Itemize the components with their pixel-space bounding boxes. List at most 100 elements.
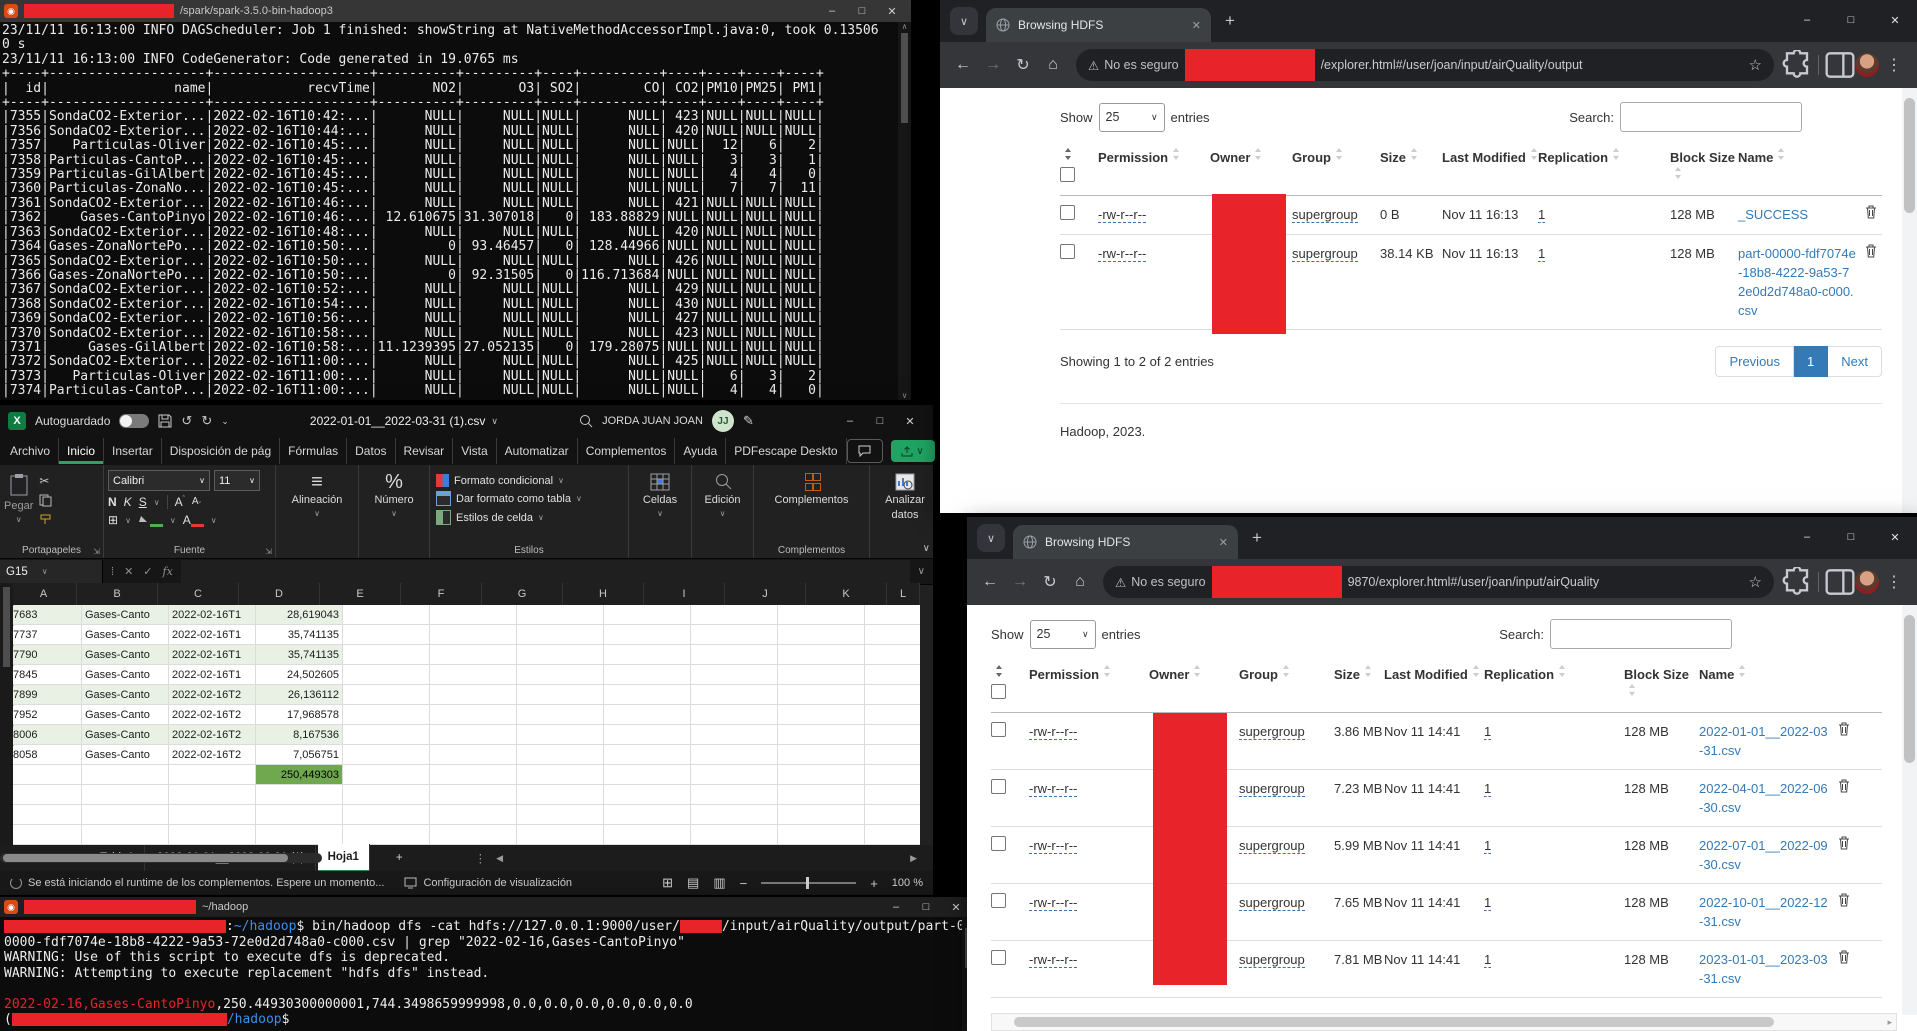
column-header[interactable]: Replication bbox=[1484, 665, 1624, 684]
scrollbar-thumb[interactable] bbox=[3, 587, 10, 667]
cell[interactable]: 8006 bbox=[10, 725, 82, 744]
zoom-out-icon[interactable]: − bbox=[740, 876, 748, 891]
cell[interactable] bbox=[691, 645, 778, 664]
cell[interactable] bbox=[517, 785, 604, 804]
column-header[interactable]: D bbox=[239, 583, 320, 605]
sort-icon[interactable] bbox=[1103, 665, 1111, 677]
cell[interactable]: Gases-Canto bbox=[82, 645, 169, 664]
redo-icon[interactable]: ↻ bbox=[201, 413, 212, 429]
cell[interactable] bbox=[430, 825, 517, 844]
sort-icon[interactable] bbox=[1558, 665, 1566, 677]
excel-titlebar[interactable]: X Autoguardado ↺ ↻ ⌄ 2022-01-01__2022-03… bbox=[0, 405, 933, 437]
cell[interactable] bbox=[604, 725, 691, 744]
cell[interactable] bbox=[10, 805, 82, 824]
maximize-icon[interactable]: □ bbox=[1829, 517, 1873, 557]
italic-button[interactable]: K bbox=[124, 495, 132, 509]
cell[interactable]: 250,449303 bbox=[256, 765, 343, 784]
cell[interactable]: 24,502605 bbox=[256, 665, 343, 684]
cell[interactable] bbox=[430, 745, 517, 764]
format-as-table-button[interactable]: Dar formato como tabla ∨ bbox=[436, 491, 622, 506]
cell[interactable] bbox=[343, 765, 430, 784]
sort-icon[interactable] bbox=[1410, 148, 1418, 160]
reload-icon[interactable]: ↻ bbox=[1008, 50, 1038, 80]
ribbon-tab[interactable]: Complementos bbox=[578, 438, 676, 464]
scrollbar-thumb[interactable] bbox=[3, 854, 288, 862]
cut-icon[interactable]: ✂ bbox=[39, 474, 52, 488]
ribbon-tab[interactable]: Automatizar bbox=[497, 438, 578, 464]
cell[interactable] bbox=[778, 625, 865, 644]
trash-icon[interactable] bbox=[1865, 205, 1877, 219]
row-checkbox[interactable] bbox=[1060, 244, 1075, 259]
minimize-icon[interactable]: – bbox=[1785, 0, 1829, 40]
file-link[interactable]: 2023-01-01__2023-03-31.csv bbox=[1699, 952, 1828, 986]
group-value[interactable]: supergroup bbox=[1239, 724, 1305, 740]
file-link[interactable]: 2022-07-01__2022-09-30.csv bbox=[1699, 838, 1828, 872]
column-header[interactable]: K bbox=[806, 583, 887, 605]
close-icon[interactable]: ✕ bbox=[1873, 0, 1917, 40]
sheet-horizontal-scrollbar[interactable] bbox=[0, 853, 322, 863]
browser-tab[interactable]: Browsing HDFS ✕ bbox=[1013, 525, 1238, 559]
page-size-select[interactable]: 25∨ bbox=[1030, 620, 1096, 649]
ribbon-tab[interactable]: PDFescape Deskto bbox=[726, 438, 846, 464]
cell[interactable] bbox=[691, 725, 778, 744]
sort-icon[interactable] bbox=[1612, 148, 1620, 160]
zoom-slider[interactable] bbox=[761, 882, 856, 884]
row-checkbox[interactable] bbox=[991, 722, 1006, 737]
cell[interactable] bbox=[691, 805, 778, 824]
cell[interactable]: Gases-Canto bbox=[82, 665, 169, 684]
dialog-launcher-icon[interactable]: ⇲ bbox=[93, 547, 100, 556]
cell[interactable] bbox=[778, 665, 865, 684]
column-header[interactable]: Block Size bbox=[1670, 148, 1738, 186]
cell[interactable] bbox=[865, 665, 920, 684]
new-tab-icon[interactable]: + bbox=[1225, 11, 1235, 31]
editing-button[interactable]: Edición ∨ bbox=[696, 470, 749, 518]
cell[interactable] bbox=[778, 825, 865, 844]
terminal-scrollbar[interactable]: ∧ ∨ bbox=[898, 22, 911, 400]
cell[interactable] bbox=[517, 625, 604, 644]
scroll-up-icon[interactable]: ∧ bbox=[902, 22, 908, 31]
cell[interactable] bbox=[517, 745, 604, 764]
cell[interactable] bbox=[778, 685, 865, 704]
maximize-icon[interactable]: □ bbox=[1829, 0, 1873, 40]
cell[interactable] bbox=[517, 765, 604, 784]
page-vertical-scrollbar[interactable] bbox=[1902, 605, 1917, 1015]
bold-button[interactable]: N bbox=[108, 495, 117, 509]
formula-input[interactable] bbox=[181, 560, 910, 583]
back-icon[interactable]: ← bbox=[948, 50, 978, 80]
cell[interactable]: 2022-02-16T2 bbox=[169, 725, 256, 744]
current-page-button[interactable]: 1 bbox=[1794, 346, 1828, 377]
cell[interactable] bbox=[604, 685, 691, 704]
column-header[interactable]: Group bbox=[1239, 665, 1334, 684]
cell[interactable] bbox=[169, 805, 256, 824]
ribbon-tab[interactable]: Archivo bbox=[2, 438, 59, 464]
collapse-ribbon-icon[interactable]: ∨ bbox=[923, 543, 930, 554]
cell[interactable] bbox=[343, 645, 430, 664]
cell[interactable]: 8,167536 bbox=[256, 725, 343, 744]
cell[interactable]: 35,741135 bbox=[256, 645, 343, 664]
terminal-titlebar[interactable]: ◉ /spark/spark-3.5.0-bin-hadoop3 – □ ✕ bbox=[0, 0, 911, 22]
sort-icon[interactable] bbox=[995, 665, 1003, 677]
sort-icon[interactable] bbox=[1254, 148, 1262, 160]
cell[interactable]: 2022-02-16T1 bbox=[169, 645, 256, 664]
sort-icon[interactable] bbox=[1738, 665, 1746, 677]
zoom-handle[interactable] bbox=[806, 877, 809, 889]
cell[interactable] bbox=[691, 625, 778, 644]
bookmark-star-icon[interactable]: ☆ bbox=[1741, 56, 1770, 74]
permission-value[interactable]: -rw-r--r-- bbox=[1029, 895, 1077, 911]
cell[interactable] bbox=[343, 705, 430, 724]
row-checkbox[interactable] bbox=[991, 893, 1006, 908]
cell[interactable] bbox=[778, 705, 865, 724]
page-layout-view-icon[interactable]: ▤ bbox=[687, 875, 699, 891]
tab-close-icon[interactable]: ✕ bbox=[1192, 19, 1201, 32]
replication-value[interactable]: 1 bbox=[1484, 952, 1491, 968]
scrollbar-thumb[interactable] bbox=[901, 33, 908, 123]
column-header[interactable]: Permission bbox=[1029, 665, 1149, 684]
cell[interactable]: 2022-02-16T1 bbox=[169, 625, 256, 644]
column-header[interactable]: Name bbox=[1738, 148, 1856, 167]
cell[interactable] bbox=[430, 765, 517, 784]
sort-icon[interactable] bbox=[1674, 167, 1682, 179]
replication-value[interactable]: 1 bbox=[1484, 838, 1491, 854]
column-header[interactable]: C bbox=[158, 583, 239, 605]
file-link[interactable]: 2022-04-01__2022-06-30.csv bbox=[1699, 781, 1828, 815]
permission-value[interactable]: -rw-r--r-- bbox=[1029, 781, 1077, 797]
